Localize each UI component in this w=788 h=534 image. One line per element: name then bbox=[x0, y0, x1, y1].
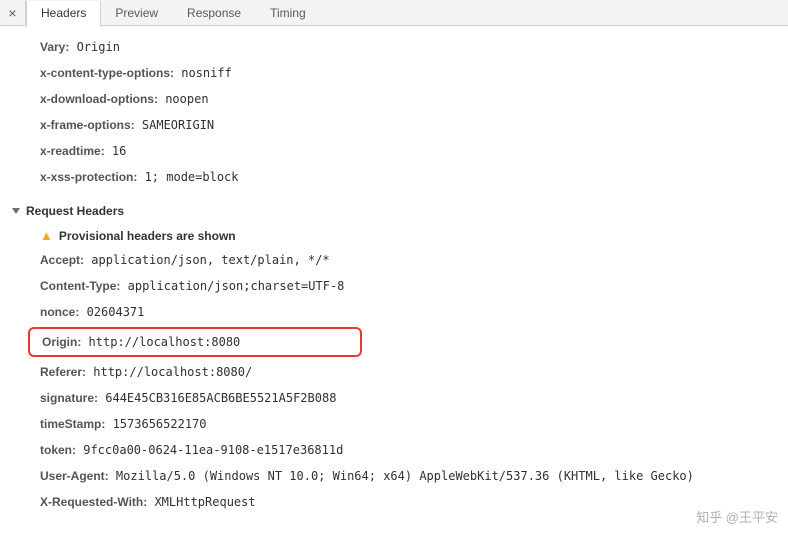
header-name: token: bbox=[40, 443, 76, 457]
tab-response[interactable]: Response bbox=[173, 0, 256, 26]
header-value: nosniff bbox=[174, 66, 232, 80]
header-value: 1573656522170 bbox=[105, 417, 206, 431]
header-name: X-Requested-With: bbox=[40, 495, 147, 509]
response-header-row: x-content-type-options: nosniff bbox=[8, 60, 782, 86]
header-name: Vary: bbox=[40, 40, 69, 54]
header-name: x-xss-protection: bbox=[40, 170, 137, 184]
tab-headers[interactable]: Headers bbox=[26, 1, 101, 27]
header-value: http://localhost:8080/ bbox=[86, 365, 252, 379]
close-tab-button[interactable]: × bbox=[0, 0, 26, 26]
header-value: 644E45CB316E85ACB6BE5521A5F2B088 bbox=[98, 391, 336, 405]
response-header-row: x-download-options: noopen bbox=[8, 86, 782, 112]
header-name: timeStamp: bbox=[40, 417, 105, 431]
request-header-row: timeStamp: 1573656522170 bbox=[8, 411, 782, 437]
header-value: Mozilla/5.0 (Windows NT 10.0; Win64; x64… bbox=[109, 469, 694, 483]
header-name: nonce: bbox=[40, 305, 79, 319]
triangle-down-icon bbox=[12, 208, 20, 214]
header-value: Origin bbox=[69, 40, 120, 54]
header-name: x-frame-options: bbox=[40, 118, 135, 132]
tab-timing[interactable]: Timing bbox=[256, 0, 321, 26]
header-value: http://localhost:8080 bbox=[81, 335, 240, 349]
response-header-row: Vary: Origin bbox=[8, 34, 782, 60]
header-value: noopen bbox=[158, 92, 209, 106]
request-header-row: nonce: 02604371 bbox=[8, 299, 782, 325]
header-name: Origin: bbox=[42, 335, 81, 349]
header-name: signature: bbox=[40, 391, 98, 405]
devtools-tabbar: × Headers Preview Response Timing bbox=[0, 0, 788, 26]
header-value: 02604371 bbox=[79, 305, 144, 319]
headers-panel: Vary: Origin x-content-type-options: nos… bbox=[0, 26, 788, 534]
header-value: application/json, text/plain, */* bbox=[84, 253, 330, 267]
origin-highlight-box: Origin: http://localhost:8080 bbox=[28, 327, 362, 357]
response-header-row: x-readtime: 16 bbox=[8, 138, 782, 164]
header-value: 1; mode=block bbox=[137, 170, 238, 184]
request-header-row: token: 9fcc0a00-0624-11ea-9108-e1517e368… bbox=[8, 437, 782, 463]
header-name: x-content-type-options: bbox=[40, 66, 174, 80]
header-value: 16 bbox=[105, 144, 127, 158]
header-name: Content-Type: bbox=[40, 279, 120, 293]
header-value: SAMEORIGIN bbox=[135, 118, 214, 132]
header-name: Referer: bbox=[40, 365, 86, 379]
header-value: 9fcc0a00-0624-11ea-9108-e1517e36811d bbox=[76, 443, 343, 457]
request-headers-section[interactable]: Request Headers bbox=[8, 204, 782, 218]
header-name: x-download-options: bbox=[40, 92, 158, 106]
warning-icon: ▲ bbox=[40, 228, 53, 243]
section-title: Request Headers bbox=[26, 204, 124, 218]
header-name: Accept: bbox=[40, 253, 84, 267]
response-header-row: x-xss-protection: 1; mode=block bbox=[8, 164, 782, 190]
response-header-row: x-frame-options: SAMEORIGIN bbox=[8, 112, 782, 138]
provisional-warning: ▲ Provisional headers are shown bbox=[8, 224, 782, 247]
request-header-row: Referer: http://localhost:8080/ bbox=[8, 359, 782, 385]
provisional-warning-label: Provisional headers are shown bbox=[59, 229, 236, 243]
request-header-row: Accept: application/json, text/plain, */… bbox=[8, 247, 782, 273]
request-header-row-origin: Origin: http://localhost:8080 bbox=[30, 329, 360, 355]
header-name: User-Agent: bbox=[40, 469, 109, 483]
header-value: XMLHttpRequest bbox=[147, 495, 255, 509]
header-name: x-readtime: bbox=[40, 144, 105, 158]
tab-preview[interactable]: Preview bbox=[101, 0, 173, 26]
header-value: application/json;charset=UTF-8 bbox=[120, 279, 344, 293]
request-header-row: Content-Type: application/json;charset=U… bbox=[8, 273, 782, 299]
request-header-row: X-Requested-With: XMLHttpRequest bbox=[8, 489, 782, 515]
request-header-row: signature: 644E45CB316E85ACB6BE5521A5F2B… bbox=[8, 385, 782, 411]
request-header-row: User-Agent: Mozilla/5.0 (Windows NT 10.0… bbox=[8, 463, 782, 489]
